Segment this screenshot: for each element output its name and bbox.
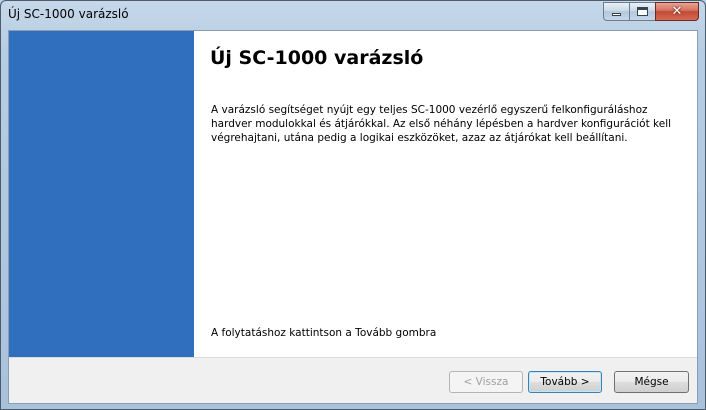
wizard-content: Új SC-1000 varázsló A varázsló segítsége… bbox=[194, 31, 697, 357]
caption-buttons: ✕ bbox=[603, 2, 699, 21]
wizard-window: Új SC-1000 varázsló ✕ Új SC-1000 varázsl… bbox=[0, 0, 706, 410]
minimize-icon bbox=[612, 13, 621, 16]
close-button[interactable]: ✕ bbox=[655, 2, 699, 21]
next-button-label: Tovább > bbox=[540, 376, 590, 388]
title-bar[interactable]: Új SC-1000 varázsló ✕ bbox=[1, 1, 705, 31]
maximize-icon bbox=[637, 7, 648, 16]
wizard-client-area: Új SC-1000 varázsló A varázsló segítsége… bbox=[8, 30, 698, 404]
window-title: Új SC-1000 varázsló bbox=[8, 7, 129, 21]
continue-hint: A folytatáshoz kattintson a Tovább gombr… bbox=[211, 327, 437, 339]
minimize-button[interactable] bbox=[603, 2, 629, 21]
wizard-sidebar-banner bbox=[9, 31, 194, 357]
wizard-button-bar: < Vissza Tovább > Mégse bbox=[9, 357, 697, 403]
maximize-button[interactable] bbox=[629, 2, 655, 21]
back-button[interactable]: < Vissza bbox=[449, 371, 523, 393]
back-button-label: < Vissza bbox=[463, 376, 509, 388]
cancel-button-label: Mégse bbox=[634, 376, 669, 388]
close-icon: ✕ bbox=[671, 4, 683, 19]
next-button[interactable]: Tovább > bbox=[528, 371, 602, 393]
wizard-description: A varázsló segítséget nyújt egy teljes S… bbox=[211, 104, 672, 144]
cancel-button[interactable]: Mégse bbox=[614, 371, 689, 393]
page-title: Új SC-1000 varázsló bbox=[210, 47, 424, 69]
